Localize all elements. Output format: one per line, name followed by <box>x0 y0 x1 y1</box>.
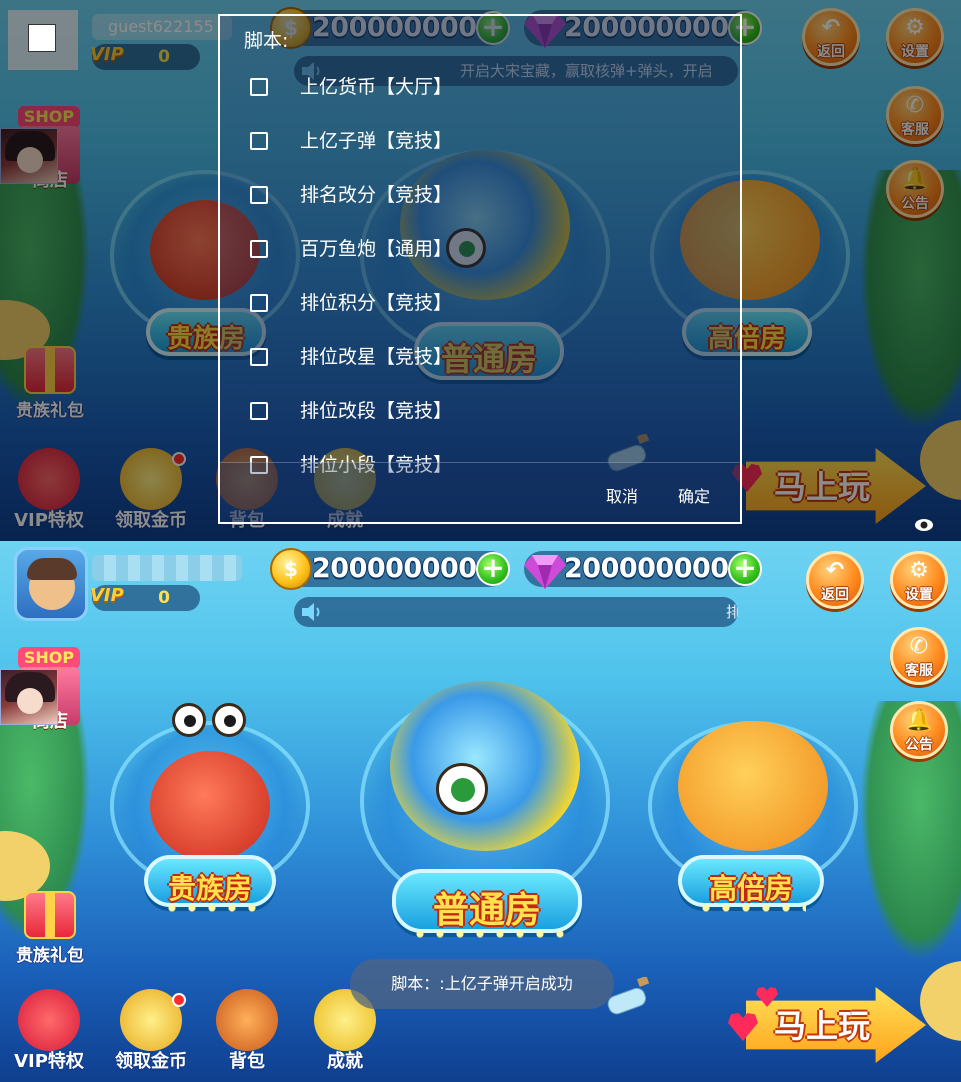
option-label: 上亿货币【大厅】 <box>300 76 453 98</box>
option-item[interactable]: 排名改分【竞技】 <box>248 176 668 216</box>
username-label-blurred <box>92 555 242 581</box>
checkbox[interactable] <box>250 186 268 204</box>
service-button-label: 客服 <box>905 663 933 679</box>
toggle-square-icon <box>28 24 56 52</box>
achievements-label: 成就 <box>327 1051 363 1072</box>
player-avatar[interactable] <box>14 547 88 621</box>
settings-button-label: 设置 <box>905 587 933 603</box>
gift-ribbon <box>45 891 55 939</box>
option-label: 排位改段【竞技】 <box>300 400 453 422</box>
normal-room[interactable]: 普通房 <box>360 651 610 941</box>
option-item[interactable]: 上亿子弹【竞技】 <box>248 122 668 162</box>
toast-message: 脚本：:上亿子弹开启成功 <box>350 959 614 1009</box>
noble-room-plaque: 贵族房 <box>144 855 276 912</box>
vip-crown-icon: VIP <box>90 585 124 606</box>
fish-icon <box>390 681 580 851</box>
notification-dot <box>172 993 186 1007</box>
noble-gift-button[interactable]: 贵族礼包 <box>14 885 84 966</box>
sand-rock <box>920 961 961 1041</box>
option-item[interactable]: 排位改星【竞技】 <box>248 338 668 378</box>
plaque-lights <box>162 904 258 912</box>
high-room-plaque: 高倍房 <box>678 855 824 912</box>
gear-icon: ⚙ <box>909 558 929 583</box>
coin-value: 2000000000 <box>312 553 495 584</box>
vip-level: 0 <box>158 588 170 608</box>
floating-avatar[interactable] <box>0 669 58 725</box>
option-item[interactable]: 百万鱼炮【通用】 <box>248 230 668 270</box>
crab-eye <box>172 703 206 737</box>
option-label: 排名改分【竞技】 <box>300 184 453 206</box>
gem-balance: 2000000000 + <box>524 551 762 589</box>
high-room-label: 高倍房 <box>708 872 793 905</box>
claim-coins-button[interactable]: 领取金币 <box>110 989 192 1075</box>
plaque-lights <box>410 930 564 938</box>
checkbox[interactable] <box>250 240 268 258</box>
add-gems-button[interactable]: + <box>728 552 762 586</box>
vip-privileges-button[interactable]: VIP特权 <box>8 989 90 1075</box>
coin-balance: $ 2000000000 + <box>270 548 510 590</box>
crab-icon <box>150 751 270 861</box>
speaker-icon <box>302 603 320 621</box>
eye-icon[interactable] <box>914 518 934 532</box>
confirm-button[interactable]: 确定 <box>678 483 710 507</box>
announcement-marquee: 排 <box>294 597 738 627</box>
backpack-label: 背包 <box>229 1051 265 1072</box>
settings-button[interactable]: ⚙ 设置 <box>890 551 948 609</box>
notice-button[interactable]: 🔔 公告 <box>890 701 948 759</box>
cancel-button[interactable]: 取消 <box>606 483 638 507</box>
option-label: 百万鱼炮【通用】 <box>300 238 453 260</box>
game-lobby-top: guest622155 VIP 0 $ 2000000000 + 2000000… <box>0 0 961 541</box>
notice-button-label: 公告 <box>905 737 933 753</box>
avatar-face <box>17 688 43 714</box>
checkbox[interactable] <box>250 78 268 96</box>
option-item[interactable]: 上亿货币【大厅】 <box>248 68 668 108</box>
dialog-footer: 取消 确定 <box>220 462 740 522</box>
noble-room[interactable]: 贵族房 <box>110 681 310 921</box>
gift-label: 贵族礼包 <box>16 946 84 966</box>
checkbox[interactable] <box>250 132 268 150</box>
script-dialog: 脚本: 上亿货币【大厅】 上亿子弹【竞技】 排名改分【竞技】 百万鱼炮【通用】 … <box>218 14 742 524</box>
normal-room-label: 普通房 <box>432 890 541 931</box>
normal-room-plaque: 普通房 <box>392 869 582 938</box>
plaque-lights <box>696 904 806 912</box>
vip-privileges-label: VIP特权 <box>14 1051 84 1072</box>
vip-badge: VIP 0 <box>90 585 200 611</box>
option-item[interactable]: 排位积分【竞技】 <box>248 284 668 324</box>
anglerfish-icon <box>678 721 828 851</box>
high-multiplier-room[interactable]: 高倍房 <box>648 681 858 921</box>
checkbox[interactable] <box>250 294 268 312</box>
backpack-button[interactable]: 背包 <box>206 989 288 1075</box>
script-float-toggle[interactable] <box>8 10 78 70</box>
gem-value: 2000000000 <box>564 553 747 584</box>
option-label: 排位改星【竞技】 <box>300 346 453 368</box>
game-lobby-bottom: VIP 0 $ 2000000000 + 2000000000 + 排 ↶ 返回… <box>0 541 961 1082</box>
play-now-label: 马上玩 <box>774 1007 871 1045</box>
dialog-title: 脚本: <box>244 30 289 52</box>
backpack-icon <box>216 989 278 1051</box>
marquee-text: 排 <box>726 603 738 621</box>
back-arrow-icon: ↶ <box>825 558 845 583</box>
checkbox[interactable] <box>250 402 268 420</box>
option-label: 排位积分【竞技】 <box>300 292 453 314</box>
option-item[interactable]: 排位改段【竞技】 <box>248 392 668 432</box>
play-now-button[interactable]: 马上玩 <box>726 979 926 1069</box>
vip-heart-icon <box>18 989 80 1051</box>
customer-service-button[interactable]: ✆ 客服 <box>890 627 948 685</box>
crab-eye <box>212 703 246 737</box>
fish-eye <box>436 763 488 815</box>
claim-coins-label: 领取金币 <box>115 1051 187 1072</box>
add-coins-button[interactable]: + <box>476 552 510 586</box>
back-button-label: 返回 <box>821 587 849 603</box>
noble-room-label: 贵族房 <box>167 872 252 905</box>
coin-icon: $ <box>270 548 312 590</box>
bell-icon: 🔔 <box>905 708 933 733</box>
option-label: 上亿子弹【竞技】 <box>300 130 453 152</box>
phone-icon: ✆ <box>909 634 929 659</box>
back-button[interactable]: ↶ 返回 <box>806 551 864 609</box>
checkbox[interactable] <box>250 348 268 366</box>
gem-icon <box>524 555 566 589</box>
avatar-hair <box>27 558 77 580</box>
shop-sign: SHOP <box>18 647 80 669</box>
